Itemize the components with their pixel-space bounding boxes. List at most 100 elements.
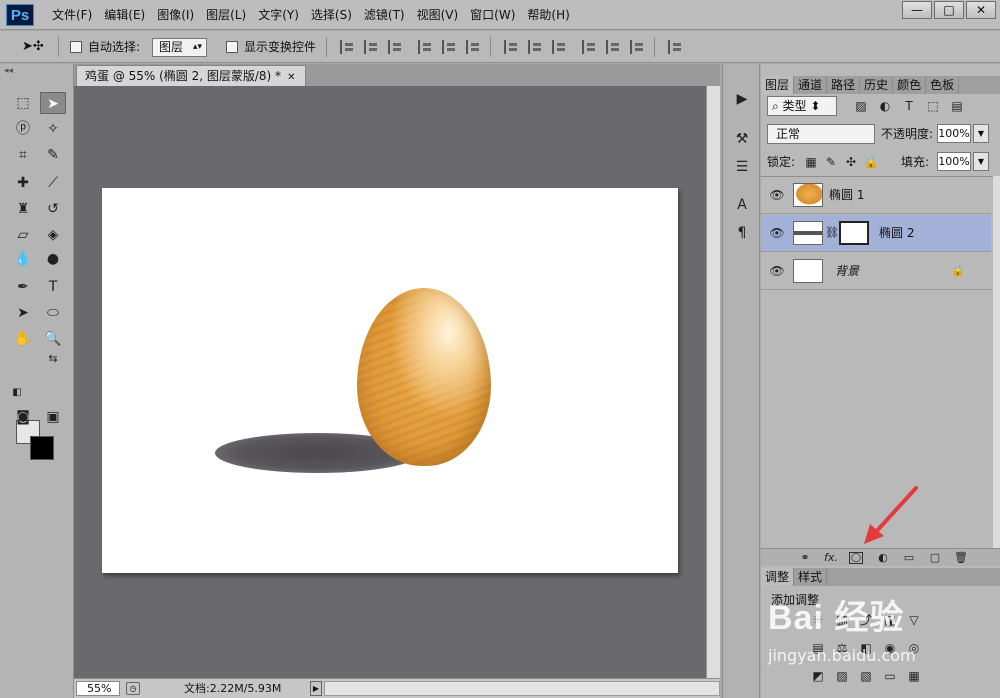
- layer-row[interactable]: 👁 椭圆 1: [761, 177, 991, 214]
- brush-presets-icon[interactable]: ⚒: [729, 128, 755, 150]
- layer-row[interactable]: 👁 背景 🔒: [761, 253, 991, 290]
- crop-icon[interactable]: ⌗: [10, 144, 36, 166]
- lock-all-icon[interactable]: 🔒: [863, 154, 879, 170]
- levels-icon[interactable]: ▥: [833, 612, 851, 628]
- lasso-icon[interactable]: ⓟ: [10, 118, 36, 140]
- menu-file[interactable]: 文件(F): [46, 0, 98, 30]
- align-hcenter-icon[interactable]: [442, 40, 456, 54]
- fill-dropdown-icon[interactable]: ▼: [973, 152, 989, 171]
- zoom-icon[interactable]: 🔍: [40, 328, 66, 350]
- trash-icon[interactable]: 🗑: [953, 550, 969, 566]
- character-icon[interactable]: A: [729, 194, 755, 216]
- filter-shape-icon[interactable]: ⬚: [925, 98, 941, 114]
- selective-color-icon[interactable]: ▦: [905, 668, 923, 684]
- quick-mask-icon[interactable]: ◙: [10, 406, 36, 428]
- tab-swatches[interactable]: 色板: [926, 76, 960, 94]
- status-arrow-icon[interactable]: ▶: [310, 681, 322, 696]
- pen-icon[interactable]: ✒: [10, 276, 36, 298]
- distribute-top-icon[interactable]: [504, 40, 518, 54]
- vibrance-icon[interactable]: ▽: [905, 612, 923, 628]
- fill-input[interactable]: 100%: [937, 152, 971, 171]
- screen-mode-icon[interactable]: ▣: [40, 406, 66, 428]
- ellipse-icon[interactable]: ⬭: [40, 302, 66, 324]
- exposure-icon[interactable]: ◪: [881, 612, 899, 628]
- distribute-right-icon[interactable]: [630, 40, 644, 54]
- align-vcenter-icon[interactable]: [364, 40, 378, 54]
- layer-filter-dropdown[interactable]: ⌕ 类型 ⬍: [767, 96, 837, 116]
- type-icon[interactable]: T: [40, 276, 66, 298]
- filter-adjustment-icon[interactable]: ◐: [877, 98, 893, 114]
- tab-styles[interactable]: 样式: [794, 568, 828, 586]
- menu-type[interactable]: 文字(Y): [252, 0, 305, 30]
- visibility-eye-icon[interactable]: 👁: [767, 225, 787, 241]
- align-bottom-icon[interactable]: [388, 40, 402, 54]
- paint-bucket-icon[interactable]: ◈: [40, 224, 66, 246]
- channel-mixer-icon[interactable]: ◎: [905, 640, 923, 656]
- background-color-swatch[interactable]: [30, 436, 54, 460]
- vertical-scrollbar[interactable]: [706, 86, 720, 678]
- tab-adjustments[interactable]: 调整: [761, 568, 795, 586]
- tab-layers[interactable]: 图层: [761, 76, 795, 94]
- distribute-left-icon[interactable]: [582, 40, 596, 54]
- dodge-icon[interactable]: ●: [40, 248, 66, 270]
- link-icon[interactable]: ⚭: [797, 550, 813, 566]
- play-icon[interactable]: ▶: [729, 88, 755, 110]
- eyedropper-icon[interactable]: ✎: [40, 144, 66, 166]
- history-brush-icon[interactable]: ↺: [40, 198, 66, 220]
- gradient-map-icon[interactable]: ▭: [881, 668, 899, 684]
- align-top-icon[interactable]: [340, 40, 354, 54]
- filter-type-icon[interactable]: T: [901, 98, 917, 114]
- status-menu-icon[interactable]: ◷: [126, 682, 140, 695]
- tab-history[interactable]: 历史: [860, 76, 894, 94]
- posterize-icon[interactable]: ▨: [833, 668, 851, 684]
- distribute-hcenter-icon[interactable]: [606, 40, 620, 54]
- photo-filter-icon[interactable]: ◉: [881, 640, 899, 656]
- menu-image[interactable]: 图像(I): [151, 0, 200, 30]
- menu-select[interactable]: 选择(S): [305, 0, 358, 30]
- invert-icon[interactable]: ◩: [809, 668, 827, 684]
- align-left-icon[interactable]: [418, 40, 432, 54]
- tab-channels[interactable]: 通道: [794, 76, 828, 94]
- lock-pixels-icon[interactable]: ✎: [823, 154, 839, 170]
- add-mask-icon[interactable]: ◯: [849, 552, 863, 564]
- auto-select-checkbox[interactable]: [70, 41, 82, 53]
- eraser-icon[interactable]: ▱: [10, 224, 36, 246]
- clone-stamp-icon[interactable]: ♜: [10, 198, 36, 220]
- distribute-bottom-icon[interactable]: [552, 40, 566, 54]
- restore-button[interactable]: □: [934, 1, 964, 19]
- healing-brush-icon[interactable]: ✚: [10, 172, 36, 194]
- distribute-vcenter-icon[interactable]: [528, 40, 542, 54]
- tab-paths[interactable]: 路径: [827, 76, 861, 94]
- auto-select-dropdown[interactable]: 图层 ▴▾: [152, 38, 207, 57]
- mask-link-icon[interactable]: ⛓: [825, 225, 839, 241]
- color-balance-icon[interactable]: ⚖: [833, 640, 851, 656]
- menu-window[interactable]: 窗口(W): [464, 0, 521, 30]
- opacity-dropdown-icon[interactable]: ▼: [973, 124, 989, 143]
- minimize-button[interactable]: —: [902, 1, 932, 19]
- filter-pixel-icon[interactable]: ▨: [853, 98, 869, 114]
- align-right-icon[interactable]: [466, 40, 480, 54]
- visibility-eye-icon[interactable]: 👁: [767, 263, 787, 279]
- zoom-field[interactable]: 55%: [76, 681, 120, 696]
- lock-position-icon[interactable]: ✣: [843, 154, 859, 170]
- brush-icon[interactable]: ⟋: [40, 172, 66, 194]
- threshold-icon[interactable]: ▧: [857, 668, 875, 684]
- show-transform-checkbox[interactable]: [226, 41, 238, 53]
- marquee-icon[interactable]: ⬚: [10, 92, 36, 114]
- hue-saturation-icon[interactable]: ▤: [809, 640, 827, 656]
- menu-view[interactable]: 视图(V): [411, 0, 465, 30]
- hand-icon[interactable]: ✋: [10, 328, 36, 350]
- close-tab-icon[interactable]: ✕: [287, 72, 295, 83]
- group-folder-icon[interactable]: ▭: [901, 550, 917, 566]
- layer-mask-thumbnail[interactable]: [839, 221, 869, 245]
- menu-edit[interactable]: 编辑(E): [98, 0, 151, 30]
- opacity-input[interactable]: 100%: [937, 124, 971, 143]
- paragraph-icon[interactable]: ¶: [729, 222, 755, 244]
- sliders-icon[interactable]: ☰: [729, 156, 755, 178]
- filter-smart-object-icon[interactable]: ▤: [949, 98, 965, 114]
- lock-transparent-icon[interactable]: ▦: [803, 154, 819, 170]
- menu-layer[interactable]: 图层(L): [200, 0, 252, 30]
- menu-filter[interactable]: 滤镜(T): [358, 0, 411, 30]
- auto-align-icon[interactable]: [668, 40, 682, 54]
- blur-icon[interactable]: 💧: [10, 248, 36, 270]
